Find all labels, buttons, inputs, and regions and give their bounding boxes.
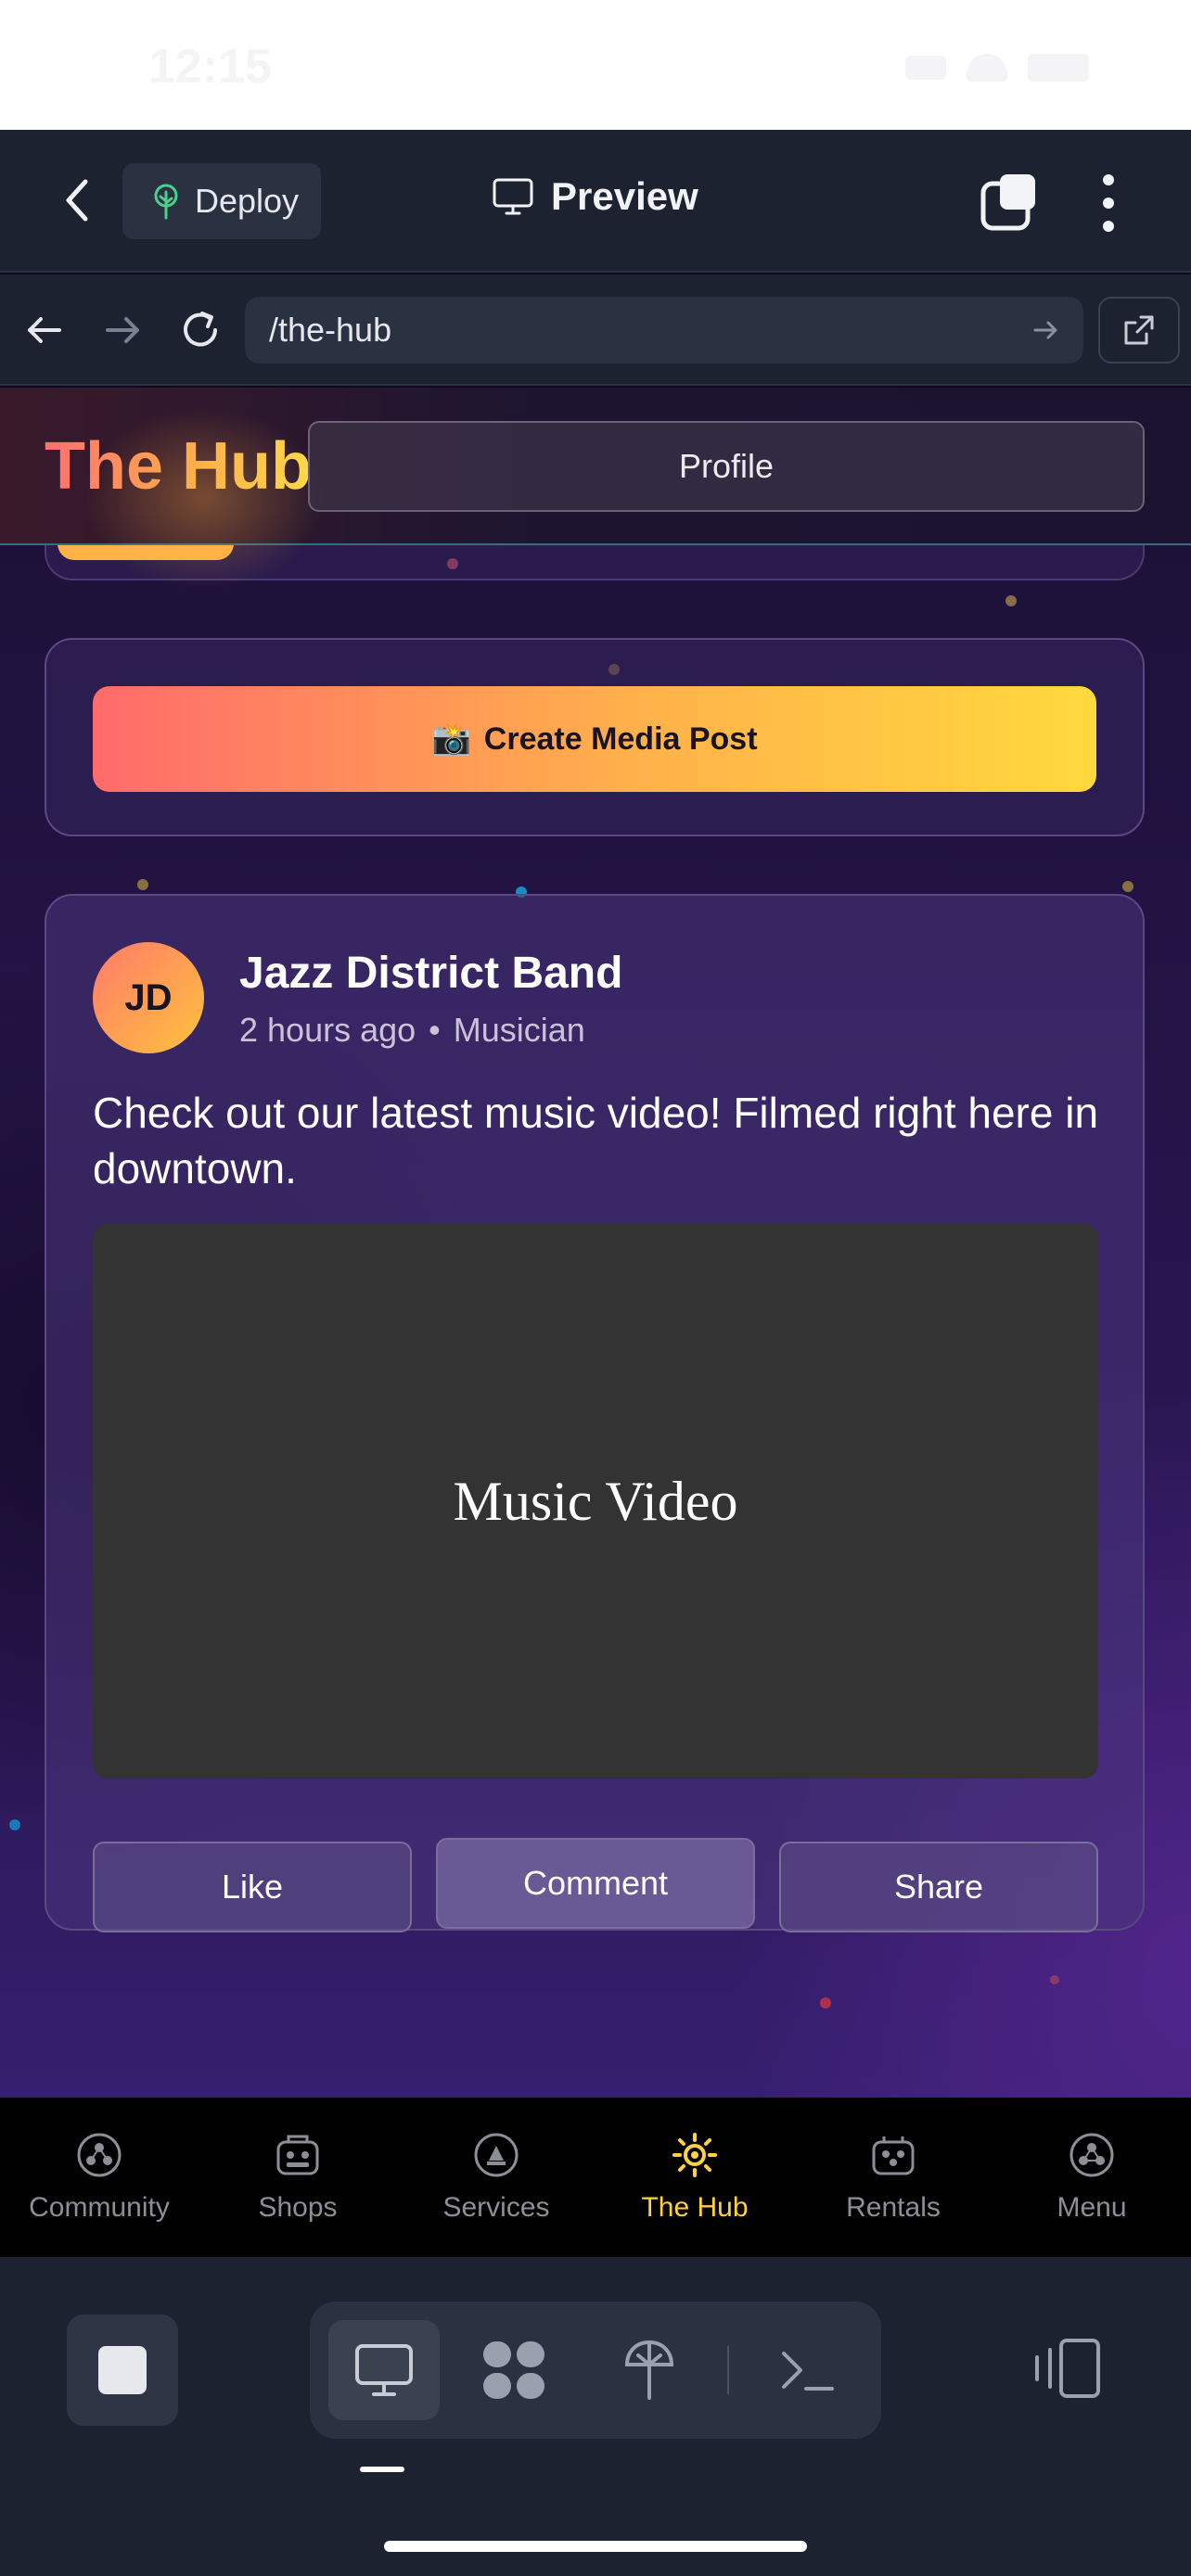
battery-icon: [1028, 54, 1089, 82]
more-options-button[interactable]: [1085, 171, 1132, 236]
share-button[interactable]: Share: [779, 1842, 1098, 1932]
terminal-icon: [782, 2352, 834, 2391]
like-button[interactable]: Like: [93, 1842, 412, 1932]
deploy-mode-button[interactable]: [594, 2320, 705, 2420]
tab-label: Services: [442, 2192, 550, 2223]
tab-label: The Hub: [641, 2192, 749, 2223]
tabs-button[interactable]: [980, 172, 1039, 232]
url-field[interactable]: /the-hub: [245, 297, 1083, 363]
post-author-role: Musician: [453, 1011, 585, 1049]
tab-menu[interactable]: Menu: [992, 2098, 1191, 2257]
tab-rentals[interactable]: Rentals: [794, 2098, 992, 2257]
tab-the-hub[interactable]: The Hub: [596, 2098, 794, 2257]
meta-separator: •: [429, 1011, 441, 1049]
segment-divider: [727, 2346, 729, 2394]
status-icons: [905, 54, 1089, 82]
comment-label: Comment: [522, 1864, 669, 1902]
rentals-icon: [872, 2136, 915, 2175]
wifi-icon: [967, 54, 1007, 82]
decor-dot: [820, 1997, 831, 2009]
post-card: JD Jazz District Band 2 hours ago • Musi…: [45, 894, 1145, 1932]
chevron-left-icon: [66, 179, 88, 222]
tab-community[interactable]: Community: [0, 2098, 198, 2257]
external-link-icon: [1124, 315, 1154, 345]
post-author[interactable]: Jazz District Band: [239, 948, 622, 999]
tree-icon: [624, 2340, 674, 2400]
tab-label: Community: [29, 2192, 170, 2223]
apps-mode-button[interactable]: [458, 2320, 570, 2420]
tab-shops[interactable]: Shops: [198, 2098, 397, 2257]
blocks-icon: [483, 2341, 544, 2399]
preview-label: Preview: [551, 174, 698, 218]
browser-nav-bar: /the-hub: [0, 274, 1191, 386]
camera-flash-icon: 📸: [431, 721, 471, 757]
back-button[interactable]: [48, 171, 108, 230]
active-mode-indicator: [360, 2467, 404, 2472]
deploy-button[interactable]: Deploy: [122, 163, 321, 239]
app-bar: Deploy Preview: [0, 130, 1191, 273]
avatar[interactable]: JD: [93, 942, 204, 1053]
post-text: Check out our latest music video! Filmed…: [93, 1089, 1099, 1192]
tabs-icon: [980, 174, 1035, 231]
reload-button[interactable]: [173, 302, 228, 358]
create-media-post-label: Create Media Post: [483, 721, 758, 757]
tab-services[interactable]: Services: [397, 2098, 596, 2257]
signal-icon: [905, 56, 946, 80]
community-icon: [77, 2133, 122, 2177]
bottom-toolbar: [0, 2257, 1191, 2576]
decor-dot: [1122, 881, 1133, 892]
profile-button[interactable]: Profile: [308, 421, 1145, 512]
nav-back-button[interactable]: [17, 302, 72, 358]
view-mode-switcher: [310, 2302, 881, 2439]
stop-button[interactable]: [67, 2315, 178, 2426]
open-external-button[interactable]: [1098, 297, 1180, 363]
hub-page: The Hub Profile 📸 Create Media Post JD J…: [0, 388, 1191, 2098]
tab-label: Shops: [258, 2192, 338, 2223]
like-label: Like: [221, 1868, 284, 1906]
more-vertical-icon: [1103, 174, 1114, 185]
reload-icon: [184, 312, 217, 347]
bottom-tab-bar: Community Shops Services The Hub Rentals…: [0, 2098, 1191, 2257]
post-meta: 2 hours ago • Musician: [239, 1011, 585, 1050]
profile-label: Profile: [678, 447, 775, 485]
split-view-icon: [1035, 2339, 1100, 2398]
shop-icon: [276, 2135, 319, 2175]
deploy-label: Deploy: [195, 182, 300, 220]
layout-toggle-button[interactable]: [1030, 2331, 1104, 2405]
tree-icon: [154, 184, 178, 220]
decor-dot: [9, 1819, 20, 1830]
decor-dot: [1005, 595, 1017, 606]
services-icon: [474, 2133, 519, 2177]
preview-title: Preview: [492, 174, 698, 219]
menu-icon: [1069, 2133, 1114, 2177]
monitor-icon: [355, 2344, 413, 2396]
hub-header: The Hub Profile: [0, 388, 1191, 592]
decor-dot: [1050, 1975, 1059, 1984]
post-time: 2 hours ago: [239, 1011, 416, 1049]
terminal-mode-button[interactable]: [751, 2320, 863, 2420]
url-text: /the-hub: [269, 311, 392, 349]
arrow-go-icon[interactable]: [1031, 315, 1061, 345]
arrow-right-icon: [106, 317, 139, 343]
arrow-left-icon: [28, 317, 61, 343]
preview-mode-button[interactable]: [328, 2320, 440, 2420]
nav-forward-button[interactable]: [95, 302, 150, 358]
avatar-initials: JD: [124, 976, 173, 1018]
hub-title[interactable]: The Hub: [45, 428, 312, 504]
media-video[interactable]: Music Video: [93, 1224, 1098, 1779]
create-media-post-button[interactable]: 📸 Create Media Post: [93, 686, 1096, 792]
tab-label: Rentals: [846, 2192, 941, 2223]
comment-button[interactable]: Comment: [436, 1838, 755, 1929]
create-post-card: 📸 Create Media Post: [45, 638, 1145, 836]
share-label: Share: [893, 1868, 984, 1906]
decor-dot: [137, 879, 148, 890]
tab-label: Menu: [1057, 2192, 1127, 2223]
media-label: Music Video: [453, 1470, 738, 1532]
hub-sun-icon: [672, 2133, 717, 2177]
monitor-icon: [493, 178, 533, 215]
stop-icon: [98, 2346, 147, 2394]
status-time: 12:15: [148, 40, 272, 94]
home-indicator: [384, 2541, 807, 2552]
status-bar: 12:15: [0, 0, 1191, 130]
